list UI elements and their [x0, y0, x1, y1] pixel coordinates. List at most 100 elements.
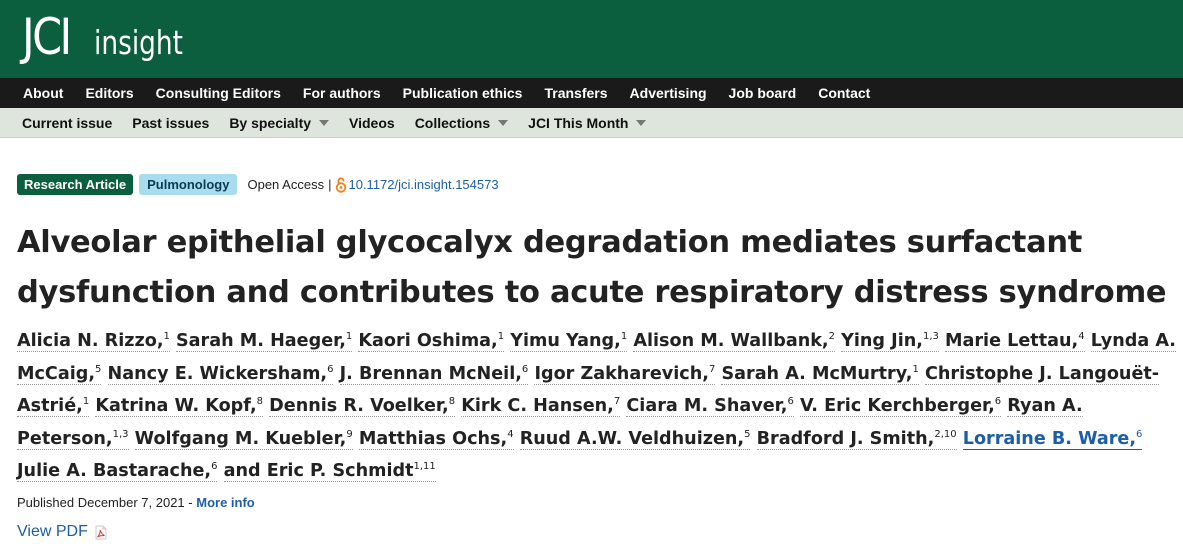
author-name: Nancy E. Wickersham,6: [107, 363, 334, 385]
nav-videos-label: Videos: [349, 114, 395, 131]
caret-down-icon: [498, 119, 509, 126]
author-name-text: Ying Jin,: [841, 331, 923, 351]
author-link[interactable]: Lorraine B. Ware,6: [962, 428, 1143, 450]
site-header: JCI insight: [0, 0, 1183, 78]
author-name: Kaori Oshima,1: [358, 331, 505, 352]
author-affiliation: 9: [346, 428, 353, 440]
nav-consulting-editors[interactable]: Consulting Editors: [145, 78, 292, 108]
author-name-text: Alison M. Wallbank,: [633, 331, 829, 351]
publication-info: Published December 7, 2021 - More info: [17, 495, 255, 510]
nav-jci-this-month[interactable]: JCI This Month: [518, 108, 656, 138]
author-name: J. Brennan McNeil,6: [339, 363, 529, 385]
nav-transfers[interactable]: Transfers: [533, 78, 618, 108]
author-affiliation: 1: [620, 331, 628, 343]
nav-collections[interactable]: Collections: [405, 108, 518, 138]
author-name: Kirk C. Hansen,7: [461, 396, 621, 417]
author-affiliation: 6: [327, 363, 334, 375]
author-name-text: Wolfgang M. Kuebler,: [134, 428, 347, 449]
author-name-text: Lorraine B. Ware,: [962, 428, 1137, 449]
nav-current-issue-label: Current issue: [22, 114, 113, 131]
caret-down-icon: [319, 119, 330, 126]
author-name-text: Igor Zakharevich,: [534, 363, 709, 384]
author-name: Sarah M. Haeger,1: [176, 331, 353, 352]
nav-videos[interactable]: Videos: [339, 108, 405, 138]
author-affiliation: 7: [708, 363, 716, 375]
primary-nav: About Editors Consulting Editors For aut…: [0, 78, 1183, 108]
nav-publication-ethics[interactable]: Publication ethics: [392, 78, 534, 108]
nav-current-issue[interactable]: Current issue: [12, 108, 122, 138]
specialty-badge[interactable]: Pulmonology: [139, 173, 238, 195]
nav-collections-label: Collections: [414, 114, 491, 131]
author-name-text: Julie A. Bastarache,: [17, 461, 212, 481]
published-date: Published December 7, 2021: [17, 495, 185, 510]
author-affiliation: 8: [256, 396, 264, 408]
author-affiliation: 7: [613, 396, 621, 408]
nav-for-authors[interactable]: For authors: [292, 78, 392, 108]
author-name: Alison M. Wallbank,2: [633, 331, 835, 352]
article-type-badge[interactable]: Research Article: [17, 173, 134, 195]
author-affiliation: 6: [1136, 428, 1143, 440]
author-affiliation: 1,3: [922, 331, 939, 343]
author-affiliation: 8: [448, 396, 456, 408]
author-name-text: Marie Lettau,: [945, 331, 1079, 351]
author-affiliation: 1: [82, 396, 90, 408]
logo-jci-text: JCI: [22, 8, 72, 66]
article-title: Alveolar epithelial glycocalyx degradati…: [17, 225, 1167, 310]
nav-editors[interactable]: Editors: [74, 78, 144, 108]
secondary-nav: Current issue Past issues By specialty V…: [0, 108, 1183, 138]
author-name: Igor Zakharevich,7: [534, 363, 716, 385]
author-name-text: Dennis R. Voelker,: [269, 396, 449, 416]
author-affiliation: 1: [912, 363, 919, 375]
published-separator: -: [184, 495, 197, 510]
author-name: Ying Jin,1,3: [841, 331, 939, 352]
author-affiliation: 1: [345, 331, 353, 343]
author-name-text: Matthias Ochs,: [358, 428, 508, 449]
author-list: Alicia N. Rizzo,1 Sarah M. Haeger,1 Kaor…: [17, 325, 1177, 488]
author-name-text: and Eric P. Schmidt: [223, 461, 414, 481]
author-name-text: J. Brennan McNeil,: [339, 363, 522, 384]
author-name: V. Eric Kerchberger,6: [799, 396, 1002, 417]
nav-about[interactable]: About: [12, 78, 74, 108]
author-name: Yimu Yang,1: [510, 331, 628, 352]
nav-advertising[interactable]: Advertising: [619, 78, 718, 108]
author-affiliation: 2,10: [934, 428, 957, 440]
author-name-text: Kirk C. Hansen,: [461, 396, 614, 416]
author-name-text: Katrina W. Kopf,: [95, 396, 257, 416]
article-meta-row: Research Article Pulmonology Open Access…: [17, 173, 499, 195]
author-affiliation: 1,3: [112, 428, 129, 440]
meta-separator: |: [328, 176, 332, 192]
author-name-text: V. Eric Kerchberger,: [799, 396, 995, 416]
author-affiliation: 1: [163, 331, 170, 343]
jci-insight-logo[interactable]: JCI insight: [22, 9, 205, 65]
author-affiliation: 2: [828, 331, 835, 343]
author-name: Dennis R. Voelker,8: [269, 396, 456, 417]
author-name: Ruud A.W. Veldhuizen,5: [519, 428, 751, 450]
nav-by-specialty[interactable]: By specialty: [219, 108, 339, 138]
author-name-text: Bradford J. Smith,: [756, 428, 935, 449]
author-name-text: Ciara M. Shaver,: [626, 396, 788, 416]
pdf-file-icon: [95, 525, 107, 539]
author-name-text: Sarah M. Haeger,: [176, 331, 346, 351]
author-name: Ciara M. Shaver,6: [626, 396, 794, 417]
nav-job-board[interactable]: Job board: [718, 78, 808, 108]
author-name: Matthias Ochs,4: [358, 428, 514, 450]
author-affiliation: 1: [497, 331, 505, 343]
author-name-text: Nancy E. Wickersham,: [107, 363, 328, 384]
author-name: Katrina W. Kopf,8: [95, 396, 264, 417]
author-affiliation: 4: [1078, 331, 1085, 343]
author-affiliation: 5: [744, 428, 751, 440]
author-affiliation: 6: [787, 396, 794, 408]
nav-contact[interactable]: Contact: [807, 78, 881, 108]
nav-by-specialty-label: By specialty: [229, 114, 312, 131]
view-pdf-link[interactable]: View PDF: [17, 523, 108, 541]
author-name: Sarah A. McMurtry,1: [721, 363, 919, 385]
author-name: Julie A. Bastarache,6: [17, 461, 218, 482]
nav-jci-this-month-label: JCI This Month: [528, 114, 629, 131]
nav-past-issues-label: Past issues: [132, 114, 210, 131]
caret-down-icon: [636, 119, 647, 126]
more-info-link[interactable]: More info: [196, 495, 255, 510]
doi-link[interactable]: 10.1172/jci.insight.154573: [348, 177, 498, 192]
author-name-text: Alicia N. Rizzo,: [17, 331, 164, 351]
nav-past-issues[interactable]: Past issues: [122, 108, 219, 138]
author-name-text: Ruud A.W. Veldhuizen,: [519, 428, 745, 449]
